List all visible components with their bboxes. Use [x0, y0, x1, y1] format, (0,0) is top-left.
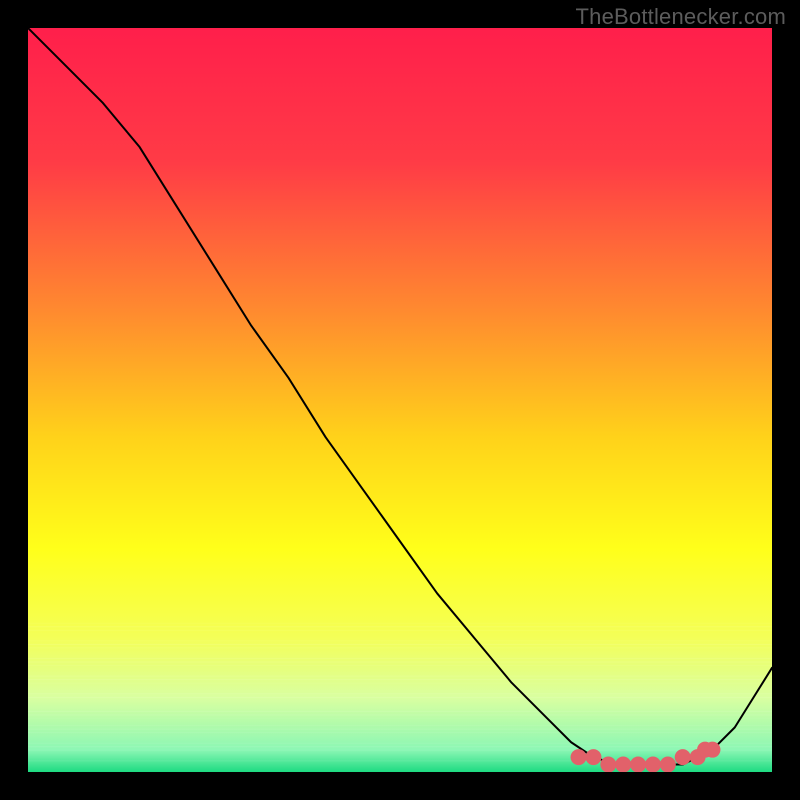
chart-frame: TheBottlenecker.com: [0, 0, 800, 800]
valley-marker: [585, 749, 601, 765]
valley-marker: [615, 757, 631, 772]
valley-marker: [630, 757, 646, 772]
valley-marker: [675, 749, 691, 765]
valley-marker: [704, 742, 720, 758]
watermark-text: TheBottlenecker.com: [576, 4, 786, 30]
heatmap-background: [28, 28, 772, 772]
chart-svg: [28, 28, 772, 772]
valley-marker: [660, 757, 676, 772]
valley-marker: [571, 749, 587, 765]
valley-marker: [645, 757, 661, 772]
valley-marker: [600, 757, 616, 772]
plot-area: [28, 28, 772, 772]
